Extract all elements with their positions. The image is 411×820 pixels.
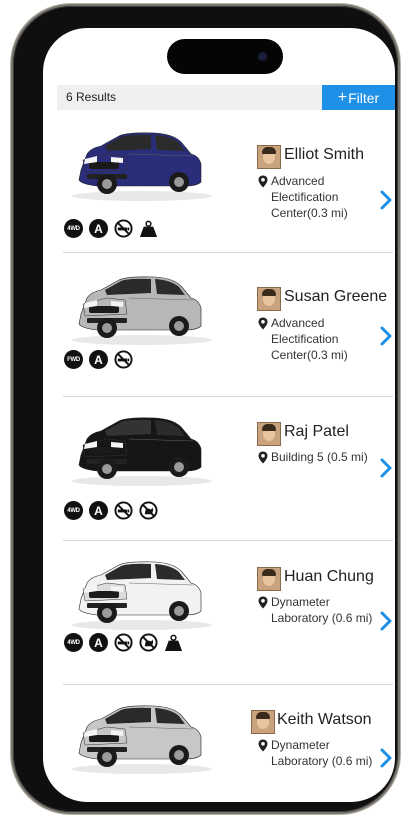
weight-icon: [139, 220, 158, 238]
location-line: Laboratory (0.6 mi): [271, 611, 373, 625]
weight-icon: [164, 634, 183, 652]
location-line: Center(0.3 mi): [271, 206, 348, 220]
no-pets-icon: [139, 501, 158, 520]
plus-icon: +: [337, 88, 348, 106]
pickup-location: Dynameter Laboratory (0.6 mi): [258, 737, 373, 769]
location-line: Building 5 (0.5 mi): [271, 450, 368, 464]
vehicle-card[interactable]: Huan Chung Dynameter Laboratory (0.6 mi) 4W…: [63, 541, 393, 685]
driver-avatar: [257, 287, 281, 311]
location-line: Center(0.3 mi): [271, 348, 348, 362]
location-line: Laboratory (0.6 mi): [271, 754, 373, 768]
4wd-badge: 4WD: [64, 219, 83, 238]
car-image: [72, 561, 212, 630]
driver-name: Susan Greene: [284, 288, 388, 305]
location-line: Electification: [271, 190, 339, 204]
filter-label: Filter: [348, 89, 380, 106]
location-pin-icon: [258, 317, 268, 330]
location-line: Dynameter: [271, 738, 330, 752]
phone-frame: 6 Results + Filter Elliot Smith Advanced E…: [13, 6, 398, 812]
screen: 6 Results + Filter Elliot Smith Advanced E…: [43, 28, 395, 802]
car-photo: [67, 409, 217, 509]
automatic-transmission-badge: A: [89, 633, 108, 652]
pickup-location: Building 5 (0.5 mi): [258, 449, 368, 465]
location-line: Advanced: [271, 174, 325, 188]
no-smoking-icon: [114, 633, 133, 652]
vehicle-card[interactable]: Elliot Smith Advanced Electification Center…: [63, 110, 393, 253]
no-smoking-icon: [114, 219, 133, 238]
location-line: Electification: [271, 332, 339, 346]
car-image: [72, 705, 212, 774]
camera-icon: [258, 52, 267, 61]
location-line: Advanced: [271, 316, 325, 330]
chevron-right-icon[interactable]: [379, 611, 393, 636]
results-count: 6 Results: [66, 90, 117, 104]
no-smoking-icon: [114, 501, 133, 520]
car-photo: [67, 697, 217, 797]
no-smoking-icon: [114, 350, 133, 369]
vehicle-card[interactable]: Susan Greene Advanced Electification Center…: [63, 253, 393, 397]
driver-avatar: [251, 710, 275, 734]
vehicle-card[interactable]: Keith Watson Dynameter Laboratory (0.6 mi): [63, 685, 393, 795]
feature-icons: 4WD A: [64, 633, 183, 652]
automatic-transmission-badge: A: [89, 350, 108, 369]
location-pin-icon: [258, 596, 268, 609]
driver-avatar: [257, 145, 281, 169]
car-image: [72, 132, 212, 201]
pickup-location: Advanced Electification Center(0.3 mi): [258, 315, 348, 363]
no-pets-icon: [139, 633, 158, 652]
4wd-badge: 4WD: [64, 501, 83, 520]
pickup-location: Dynameter Laboratory (0.6 mi): [258, 594, 373, 626]
vehicle-list: Elliot Smith Advanced Electification Center…: [43, 110, 395, 795]
driver-name: Keith Watson: [277, 711, 372, 728]
fwd-badge: FWD: [64, 350, 83, 369]
location-line: Dynameter: [271, 595, 330, 609]
driver-name: Raj Patel: [284, 423, 349, 440]
chevron-right-icon[interactable]: [379, 458, 393, 483]
location-pin-icon: [258, 175, 268, 188]
dynamic-island: [167, 39, 283, 74]
feature-icons: 4WD A: [64, 501, 158, 520]
automatic-transmission-badge: A: [89, 501, 108, 520]
chevron-right-icon[interactable]: [379, 748, 393, 773]
car-image: [72, 417, 212, 486]
chevron-right-icon[interactable]: [379, 326, 393, 351]
car-image: [72, 276, 212, 345]
location-pin-icon: [258, 451, 268, 464]
pickup-location: Advanced Electification Center(0.3 mi): [258, 173, 348, 221]
driver-avatar: [257, 422, 281, 446]
feature-icons: FWD A: [64, 350, 133, 369]
car-photo: [67, 124, 217, 224]
4wd-badge: 4WD: [64, 633, 83, 652]
driver-name: Huan Chung: [284, 568, 374, 585]
driver-name: Elliot Smith: [284, 146, 365, 163]
vehicle-card[interactable]: Raj Patel Building 5 (0.5 mi) 4WD A: [63, 397, 393, 541]
driver-avatar: [257, 567, 281, 591]
location-pin-icon: [258, 739, 268, 752]
results-header: 6 Results + Filter: [57, 85, 395, 110]
filter-button[interactable]: + Filter: [322, 85, 395, 110]
automatic-transmission-badge: A: [89, 219, 108, 238]
chevron-right-icon[interactable]: [379, 190, 393, 215]
feature-icons: 4WD A: [64, 219, 158, 238]
